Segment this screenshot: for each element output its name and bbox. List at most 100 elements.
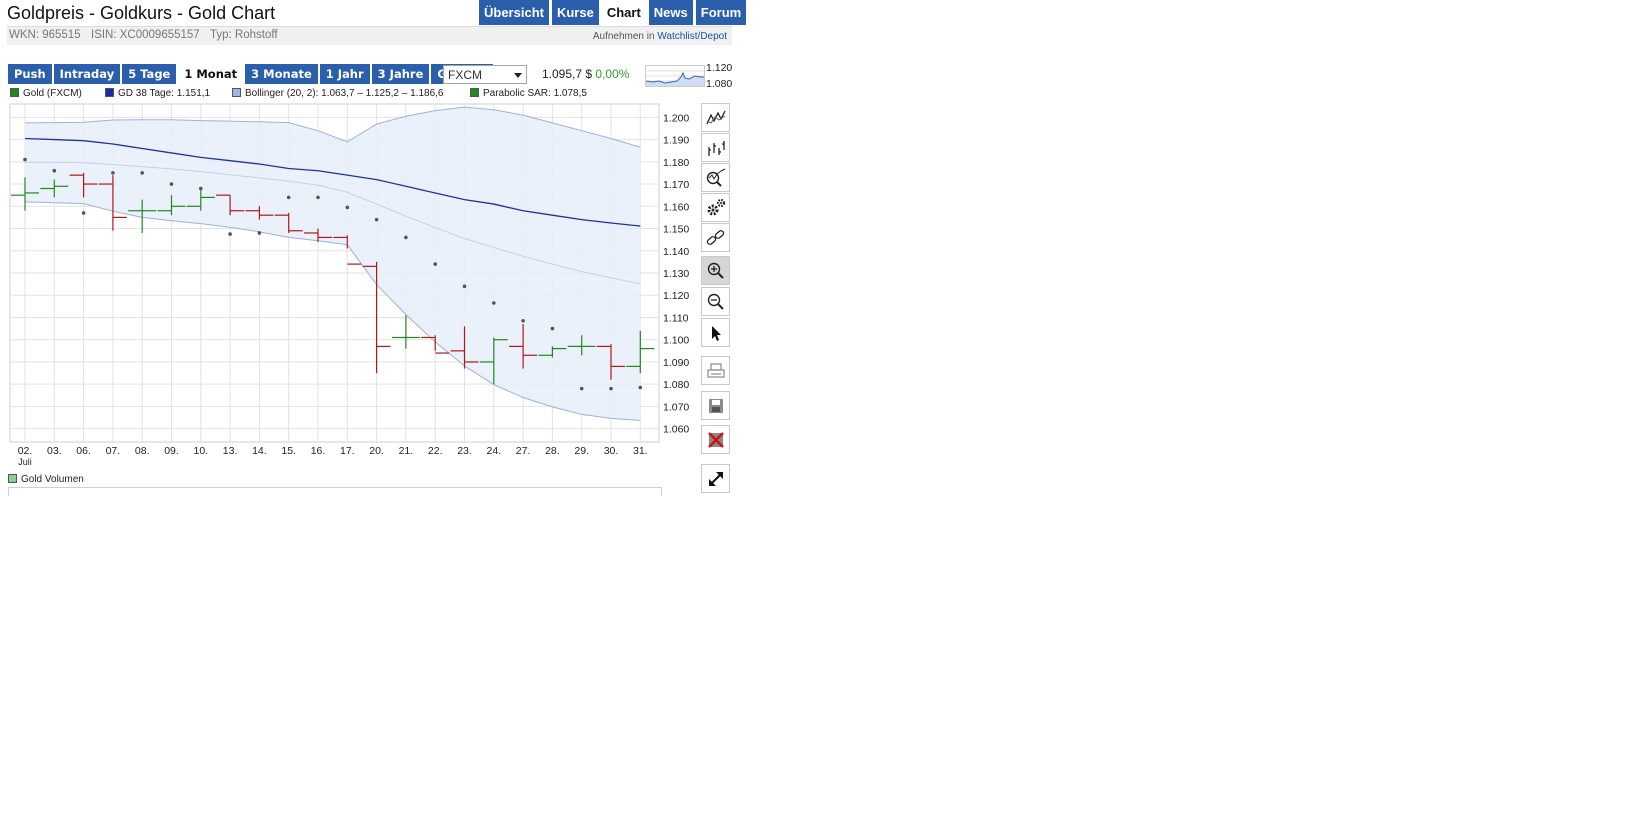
- x-tick-label: 15.: [281, 445, 296, 457]
- tab-uebersicht[interactable]: Übersicht: [479, 0, 549, 25]
- sar-point: [550, 326, 555, 331]
- expand-button[interactable]: [701, 464, 730, 493]
- save-button[interactable]: [701, 391, 730, 420]
- legend-gold: Gold (FXCM): [10, 88, 82, 99]
- legend-swatch: [8, 474, 17, 483]
- exchange-select[interactable]: FXCM: [443, 65, 527, 84]
- instrument-info-bar: WKN: 965515 ISIN: XC0009655157 Typ: Rohs…: [7, 26, 732, 45]
- sar-point: [462, 284, 467, 289]
- sar-point: [228, 232, 232, 236]
- watchlist-link[interactable]: Watchlist/Depot: [657, 31, 727, 42]
- tab-news[interactable]: News: [648, 0, 693, 25]
- price-chart[interactable]: 1.200 1.190 1.180 1.170 1.160 1.150 1.140 1.130…: [0, 100, 700, 472]
- indicator-icon: [706, 168, 725, 187]
- y-tick-label: 1.150: [663, 224, 689, 236]
- instrument-type: Typ: Rohstoff: [210, 29, 278, 41]
- x-tick-label: 24.: [486, 445, 501, 457]
- legend-label: Bollinger (20, 2): 1.063,7 – 1.125,2 – 1…: [245, 88, 444, 99]
- sar-point: [638, 385, 643, 390]
- line-chart-icon: [705, 110, 726, 124]
- chevron-down-icon: [514, 73, 522, 78]
- x-tick-label: 13.: [223, 445, 238, 457]
- x-tick-label: 07.: [106, 445, 121, 457]
- ohlc-chart-button[interactable]: [701, 133, 730, 162]
- sar-point: [111, 171, 115, 175]
- x-tick-label: 08.: [135, 445, 150, 457]
- sar-point: [374, 217, 379, 222]
- y-tick-label: 1.130: [663, 268, 689, 280]
- legend-label: GD 38 Tage: 1.151,1: [118, 88, 211, 99]
- x-sublabel: Juli: [18, 457, 32, 467]
- mini-chart-low: 1.080: [706, 78, 733, 90]
- x-tick-label: 14.: [252, 445, 267, 457]
- sar-point: [81, 211, 86, 215]
- x-tick-label: 10.: [193, 445, 208, 457]
- y-tick-label: 1.200: [663, 112, 689, 124]
- range-push[interactable]: Push: [8, 64, 52, 84]
- legend-sar: Parabolic SAR: 1.078,5: [470, 88, 587, 99]
- x-tick-label: 21.: [399, 445, 414, 457]
- sar-point: [52, 168, 57, 173]
- range-3-monate[interactable]: 3 Monate: [245, 64, 318, 84]
- x-tick-label: 06.: [76, 445, 91, 457]
- link-button[interactable]: [701, 223, 730, 252]
- y-tick-label: 1.170: [663, 179, 689, 191]
- legend-swatch: [105, 88, 114, 97]
- exchange-select-value: FXCM: [448, 68, 482, 82]
- wkn: WKN: 965515: [9, 29, 81, 41]
- range-1-jahr[interactable]: 1 Jahr: [319, 64, 370, 84]
- legend-label: Gold (FXCM): [23, 88, 82, 99]
- quote-change: 0,00%: [595, 67, 630, 81]
- legend-swatch: [232, 88, 241, 97]
- sar-point: [199, 186, 203, 191]
- settings-button[interactable]: [701, 193, 730, 222]
- line-chart-button[interactable]: [701, 103, 730, 132]
- sar-point: [492, 301, 496, 305]
- y-tick-label: 1.110: [663, 312, 689, 324]
- pointer-button[interactable]: [701, 318, 730, 347]
- range-5-tage[interactable]: 5 Tage: [122, 64, 177, 84]
- page-title: Goldpreis - Goldkurs - Gold Chart: [7, 3, 276, 23]
- x-tick-label: 02.: [18, 445, 33, 457]
- sar-point: [286, 195, 291, 200]
- legend-label: Parabolic SAR: 1.078,5: [483, 88, 587, 99]
- x-tick-label: 29.: [574, 445, 589, 457]
- zoom-in-icon: [707, 262, 724, 279]
- isin: ISIN: XC0009655157: [91, 29, 200, 41]
- volume-panel: [8, 487, 662, 496]
- x-tick-label: 20.: [369, 445, 384, 457]
- range-intraday[interactable]: Intraday: [53, 64, 121, 84]
- chart-page: Goldpreis - Goldkurs - Gold Chart Übersi…: [0, 0, 747, 520]
- watchlist-area: Aufnehmen in Watchlist/Depot: [593, 31, 727, 42]
- range-selector: Push Intraday 5 Tage 1 Monat 3 Monate 1 …: [8, 64, 493, 84]
- sar-point: [433, 262, 438, 266]
- mini-chart-high: 1.120: [706, 62, 733, 74]
- x-tick-label: 28.: [545, 445, 560, 457]
- sar-point: [521, 319, 525, 323]
- legend-gd38: GD 38 Tage: 1.151,1: [105, 88, 210, 99]
- sar-point: [316, 195, 320, 200]
- range-1-monat[interactable]: 1 Monat: [178, 64, 244, 84]
- volume-legend: Gold Volumen: [8, 474, 84, 485]
- mini-chart[interactable]: [645, 65, 705, 87]
- x-tick-label: 17.: [340, 445, 355, 457]
- y-tick-label: 1.080: [663, 379, 689, 391]
- tab-kurse[interactable]: Kurse: [551, 0, 599, 25]
- sar-point: [345, 205, 350, 210]
- range-3-jahre[interactable]: 3 Jahre: [371, 64, 430, 84]
- indicator-button[interactable]: [701, 163, 730, 192]
- zoom-out-button[interactable]: [701, 287, 730, 316]
- main-nav: Übersicht Kurse Chart News Forum: [479, 0, 747, 25]
- print-button[interactable]: [701, 356, 730, 385]
- y-tick-label: 1.180: [663, 157, 689, 169]
- volume-legend-label: Gold Volumen: [21, 474, 84, 485]
- y-tick-label: 1.140: [663, 246, 689, 258]
- tab-chart[interactable]: Chart: [601, 0, 646, 25]
- x-tick-label: 27.: [516, 445, 531, 457]
- delete-button[interactable]: [701, 425, 730, 454]
- tab-forum[interactable]: Forum: [695, 0, 747, 25]
- zoom-in-button[interactable]: [701, 256, 730, 285]
- y-tick-label: 1.100: [663, 335, 689, 347]
- y-tick-label: 1.120: [663, 290, 689, 302]
- watchlist-prefix: Aufnehmen in: [592, 31, 655, 42]
